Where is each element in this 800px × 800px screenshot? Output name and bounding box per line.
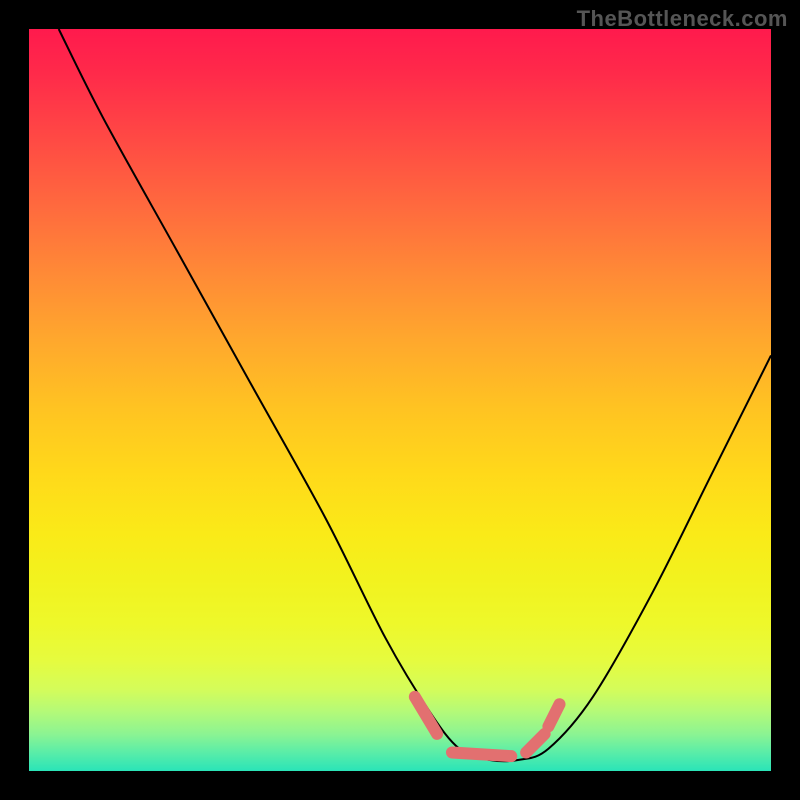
- highlight-dash: [452, 752, 511, 756]
- curve-svg: [29, 29, 771, 771]
- watermark-text: TheBottleneck.com: [577, 6, 788, 32]
- plot-area: [29, 29, 771, 771]
- highlight-dash: [526, 734, 545, 753]
- bottleneck-curve: [59, 29, 771, 761]
- highlight-dash: [548, 704, 559, 726]
- chart-container: TheBottleneck.com: [0, 0, 800, 800]
- highlight-dash: [415, 697, 437, 734]
- highlight-dashes: [415, 697, 560, 756]
